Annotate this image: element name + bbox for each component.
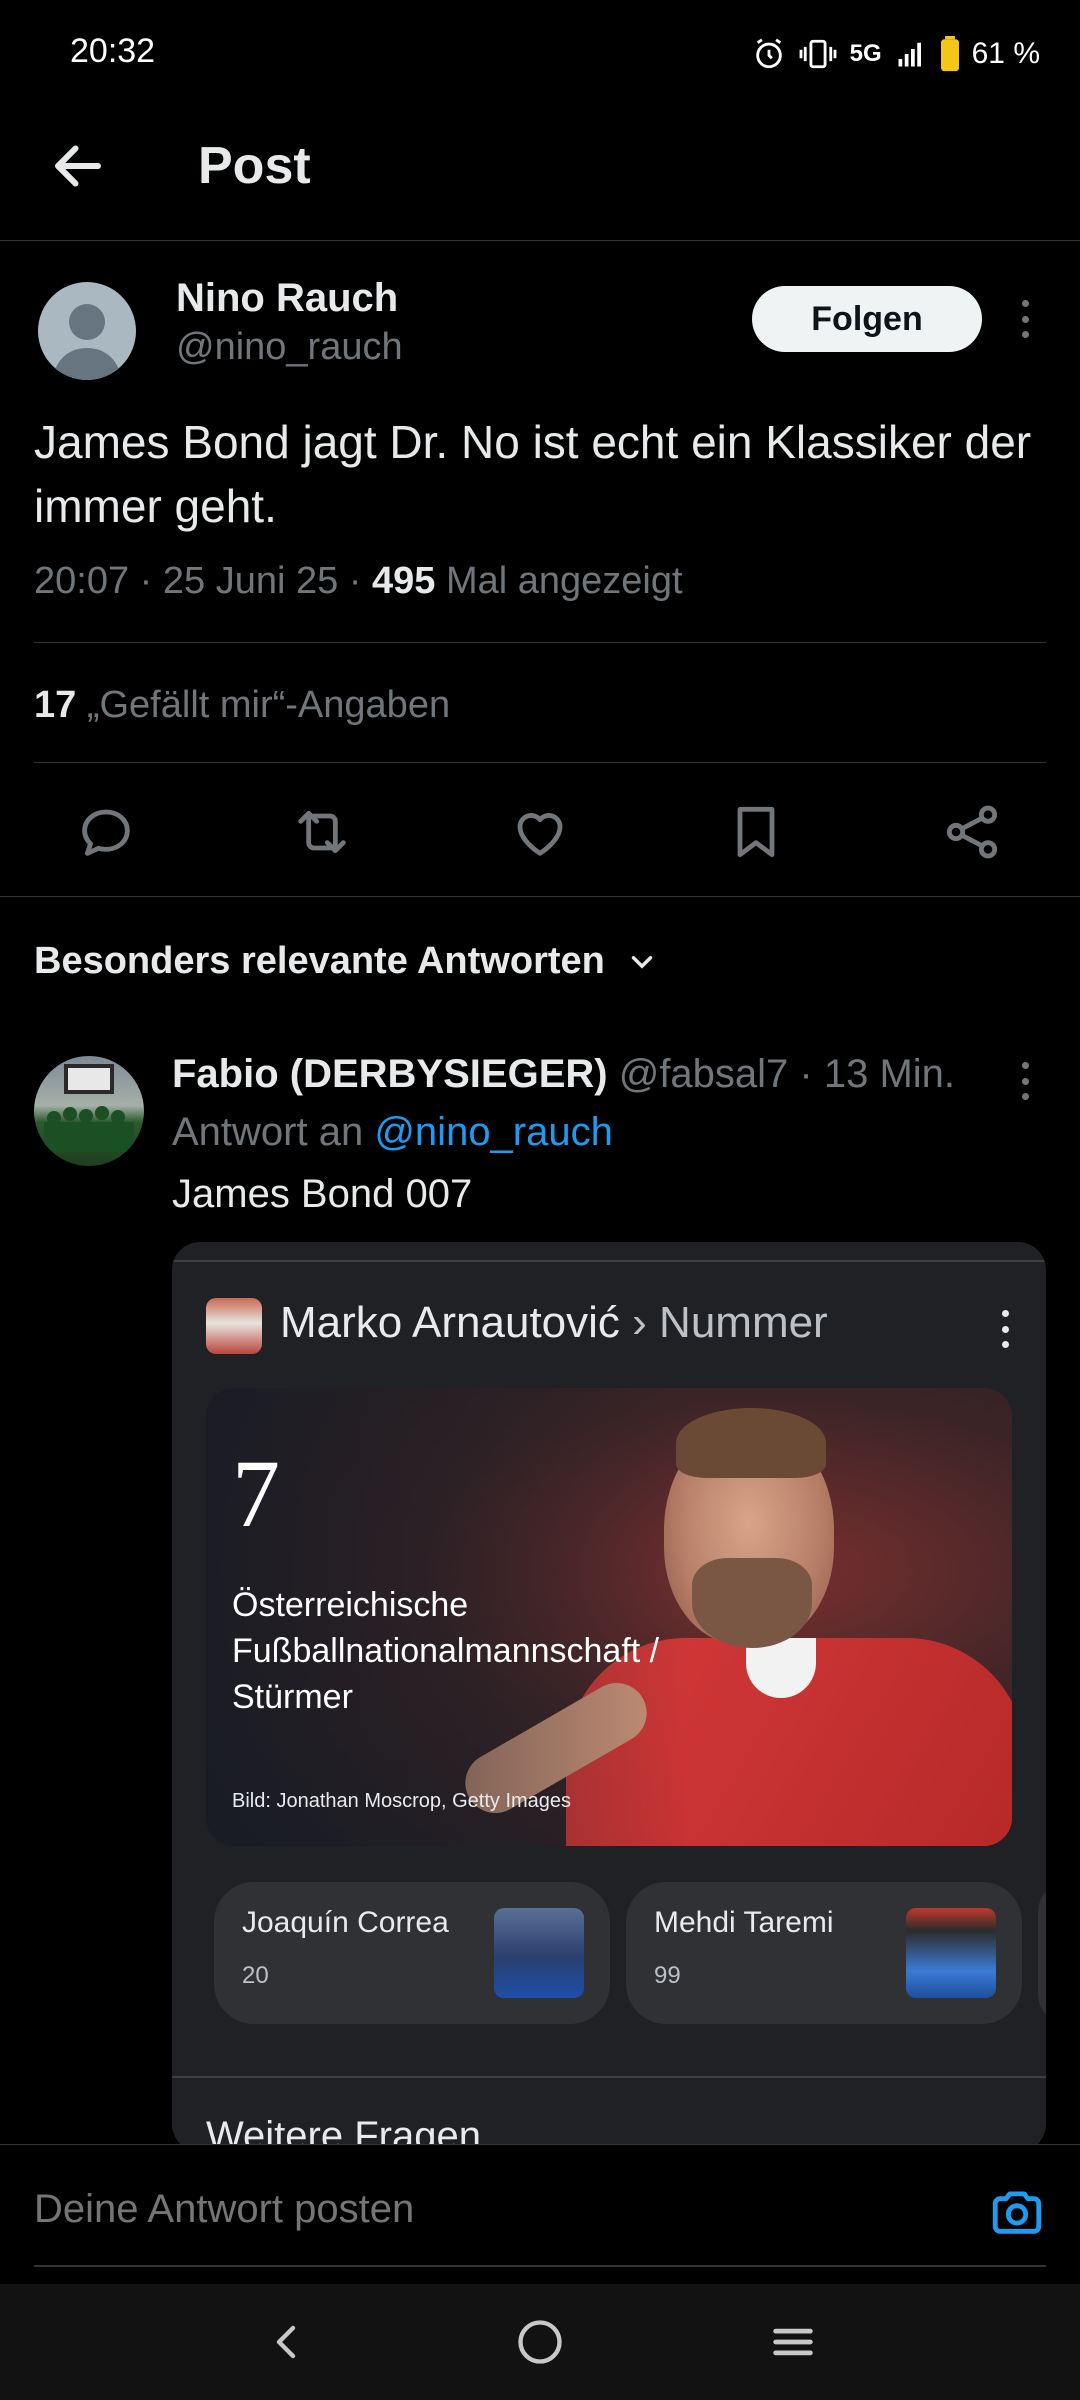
player-hero-image: 7 Österreichische Fußballnationalmannsch… (206, 1388, 1012, 1846)
post-timestamp: 20:07 · 25 Juni 25 · (34, 560, 372, 602)
views-label: Mal angezeigt (435, 560, 683, 602)
battery-icon (940, 36, 959, 72)
network-label: 5G (849, 40, 882, 67)
post-meta: 20:07 · 25 Juni 25 · 495 Mal angezeigt (34, 560, 683, 603)
page-title: Post (198, 137, 311, 195)
more-options-icon[interactable] (1010, 294, 1040, 344)
related-player-number: 20 (242, 1962, 269, 1989)
nav-recents-button[interactable] (758, 2307, 828, 2377)
card-section-divider (172, 2076, 1046, 2078)
header-divider (0, 240, 1080, 241)
nav-home-icon (518, 2320, 562, 2364)
nav-back-button[interactable] (252, 2307, 322, 2377)
likes-count: 17 (34, 684, 77, 726)
reply-header: Fabio (DERBYSIEGER) @fabsal7 · 13 Min. (172, 1052, 955, 1097)
related-player-chip: Mehdi Taremi 99 (626, 1882, 1022, 2024)
replies-sort-label: Besonders relevante Antworten (34, 940, 605, 982)
reply-input[interactable] (34, 2187, 934, 2232)
author-handle[interactable]: @nino_rauch (176, 326, 403, 369)
view-count: 495 (372, 560, 436, 602)
follow-button[interactable]: Folgen (752, 286, 982, 352)
share-icon[interactable] (940, 800, 1004, 864)
likes-divider (34, 762, 1046, 763)
replies-sort-dropdown[interactable]: Besonders relevante Antworten (34, 940, 659, 983)
vibrate-icon (799, 39, 837, 69)
card-more-icon (990, 1304, 1020, 1354)
related-player-chip: Joaquín Correa 20 (214, 1882, 610, 2024)
alarm-icon (755, 38, 782, 69)
reply-mention-link[interactable]: @nino_rauch (374, 1110, 613, 1154)
reply-handle-time[interactable]: @fabsal7 · 13 Min. (608, 1052, 955, 1096)
nav-home-button[interactable] (505, 2307, 575, 2377)
reply-author-name[interactable]: Fabio (DERBYSIEGER) (172, 1052, 608, 1096)
reply-image[interactable]: Marko Arnautović › Nummer 7 Österreichis… (172, 1242, 1046, 2152)
status-icons: 5G 61 % (752, 36, 1040, 72)
related-player-name: Mehdi Taremi (654, 1906, 834, 1939)
card-title-sub: › Nummer (619, 1298, 828, 1347)
card-top-divider (172, 1260, 1046, 1262)
like-icon[interactable] (508, 800, 572, 864)
related-player-chip-partial (1038, 1882, 1046, 2024)
likes-label: „Gefällt mir“-Angaben (76, 684, 451, 726)
reply-icon[interactable] (74, 800, 138, 864)
reply-composer (0, 2144, 1080, 2284)
related-player-photo (494, 1908, 584, 1998)
player-team-position: Österreichische Fußballnationalmannschaf… (232, 1586, 660, 1716)
back-button[interactable] (48, 136, 108, 196)
battery-label: 61 % (971, 37, 1040, 70)
related-player-name: Joaquín Correa (242, 1906, 449, 1939)
author-avatar[interactable] (38, 282, 136, 380)
repost-icon[interactable] (290, 800, 354, 864)
image-credit: Bild: Jonathan Moscrop, Getty Images (232, 1790, 572, 1812)
group-photo-icon (44, 1064, 134, 1152)
nav-back-icon (276, 2325, 295, 2359)
reply-to-line: Antwort an @nino_rauch (172, 1110, 613, 1155)
reply-avatar[interactable] (34, 1056, 144, 1166)
arrow-left-icon (55, 145, 101, 187)
likes-summary[interactable]: 17 „Gefällt mir“-Angaben (34, 684, 450, 727)
related-player-photo (906, 1908, 996, 1998)
card-title-name: Marko Arnautović (280, 1298, 620, 1347)
camera-icon[interactable] (988, 2183, 1046, 2241)
composer-underline (34, 2265, 1046, 2267)
chevron-down-icon (631, 955, 653, 969)
reply-more-options-icon[interactable] (1010, 1056, 1040, 1106)
post-text: James Bond jagt Dr. No ist echt ein Klas… (34, 416, 1032, 532)
related-player-number: 99 (654, 1962, 681, 1989)
bookmark-icon[interactable] (724, 800, 788, 864)
reply-to-label: Antwort an (172, 1110, 375, 1154)
meta-divider (34, 642, 1046, 643)
player-thumbnail (206, 1298, 262, 1354)
system-nav-bar (0, 2284, 1080, 2400)
card-title: Marko Arnautović › Nummer (280, 1298, 828, 1348)
signal-icon (898, 42, 921, 67)
player-number: 7 (232, 1440, 280, 1547)
reply-text: James Bond 007 (172, 1172, 473, 1216)
player-hair (676, 1408, 826, 1478)
default-avatar-icon (52, 304, 122, 380)
author-name[interactable]: Nino Rauch (176, 276, 398, 321)
nav-recents-icon (773, 2328, 814, 2356)
status-time: 20:32 (70, 32, 156, 70)
actions-divider (0, 896, 1080, 897)
